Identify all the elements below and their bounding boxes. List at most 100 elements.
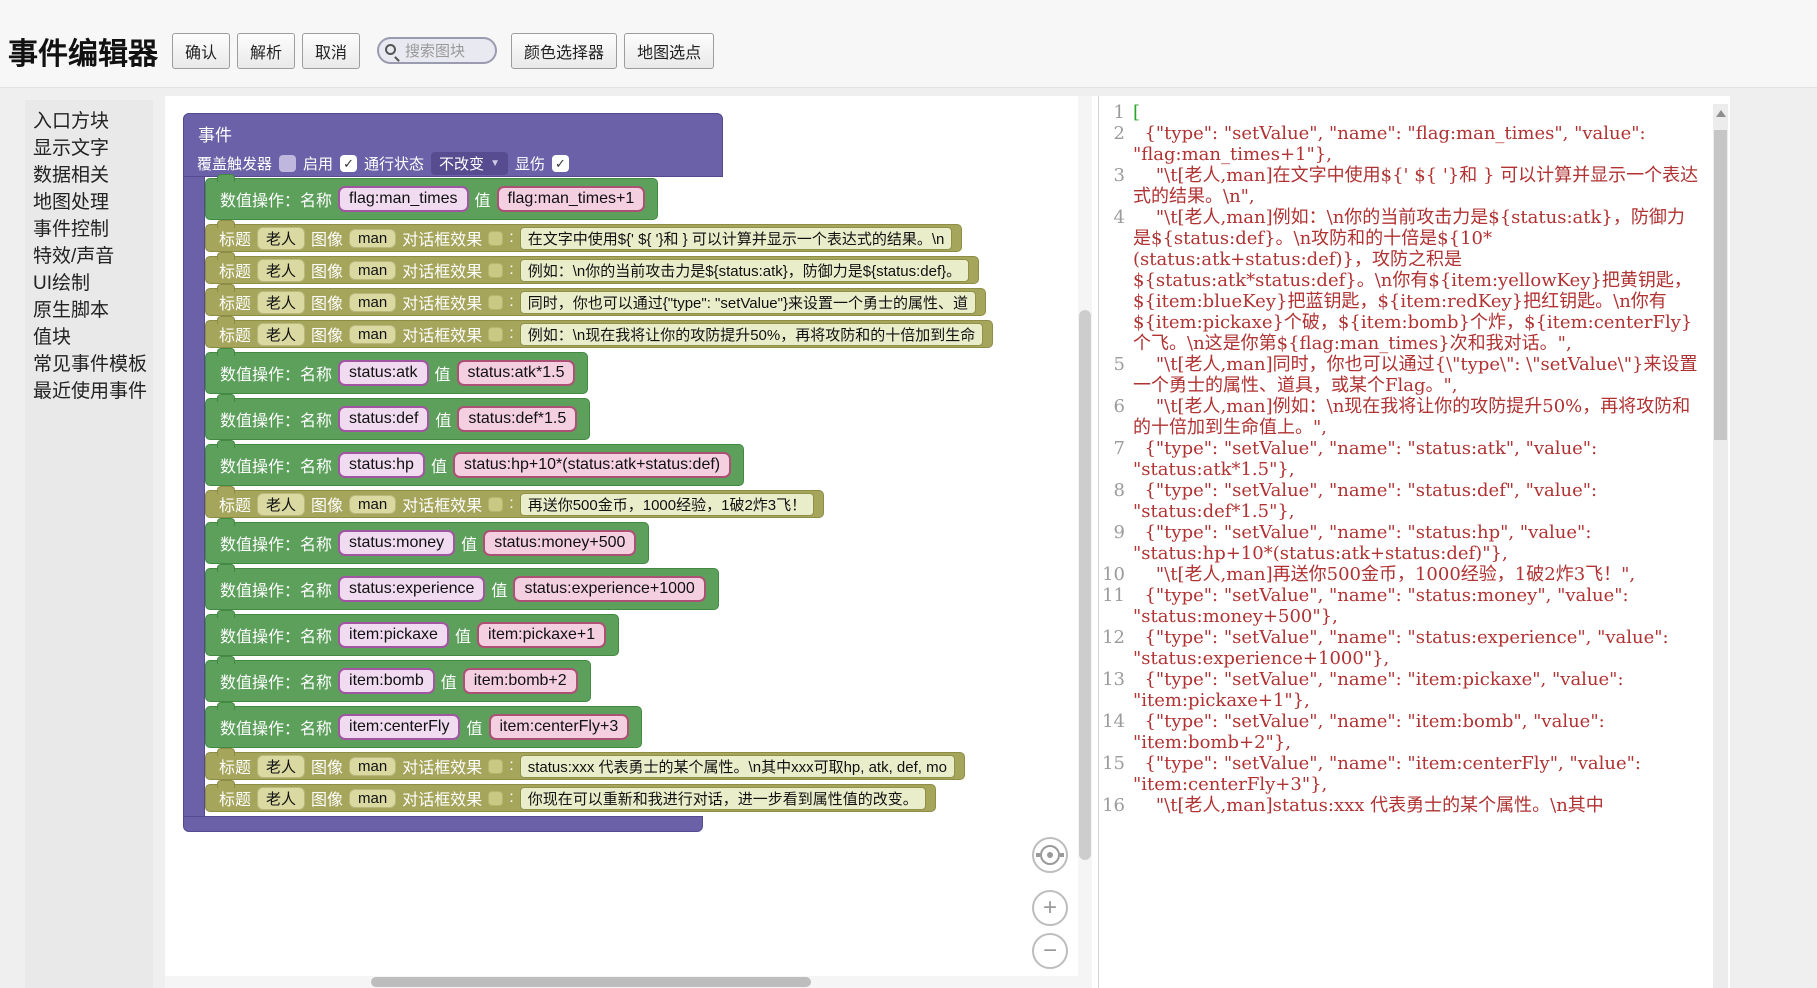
code-line[interactable]: 14 {"type": "setValue", "name": "item:bo… (1099, 711, 1730, 753)
passable-dropdown[interactable]: 不改变 ▼ (431, 152, 508, 175)
code-line[interactable]: 3 "\t[老人,man]在文字中使用${' ${ '}和 } 可以计算并显示一… (1099, 165, 1730, 207)
code-line[interactable]: 10 "\t[老人,man]再送你500金币，1000经验，1破2炸3飞！", (1099, 564, 1730, 585)
code-vertical-scrollbar[interactable] (1713, 104, 1728, 988)
dialog-effect-checkbox[interactable] (488, 759, 503, 774)
dialog-title-chip[interactable]: 老人 (257, 227, 305, 250)
value-expression-chip[interactable]: status:money+500 (483, 530, 636, 556)
dialog-title-chip[interactable]: 老人 (257, 291, 305, 314)
value-expression-chip[interactable]: flag:man_times+1 (497, 186, 646, 212)
confirm-button[interactable]: 确认 (172, 33, 230, 69)
code-line[interactable]: 7 {"type": "setValue", "name": "status:a… (1099, 438, 1730, 480)
search-input[interactable]: 搜索图块 (377, 37, 497, 64)
dialog-effect-checkbox[interactable] (488, 231, 503, 246)
dialog-image-chip[interactable]: man (349, 789, 396, 808)
dialog-text-chip[interactable]: 例如：\n现在我将让你的攻防提升50%，再将攻防和的十倍加到生命 (520, 323, 984, 346)
dialog-text-chip[interactable]: 再送你500金币，1000经验，1破2炸3飞！ (520, 493, 814, 516)
code-line[interactable]: 15 {"type": "setValue", "name": "item:ce… (1099, 753, 1730, 795)
dialog-text-block[interactable]: 标题老人图像man对话框效果:再送你500金币，1000经验，1破2炸3飞！ (205, 490, 824, 518)
dialog-text-chip[interactable]: 同时，你也可以通过{"type": "setValue"}来设置一个勇士的属性、… (520, 291, 976, 314)
value-expression-chip[interactable]: item:centerFly+3 (489, 714, 630, 740)
canvas-horizontal-scrollbar-thumb[interactable] (371, 977, 811, 987)
dialog-title-chip[interactable]: 老人 (257, 755, 305, 778)
value-expression-chip[interactable]: status:experience+1000 (513, 576, 705, 602)
dialog-image-chip[interactable]: man (349, 261, 396, 280)
set-value-block[interactable]: 数值操作：名称status:experience值status:experien… (205, 568, 719, 610)
set-value-block[interactable]: 数值操作：名称status:def值status:def*1.5 (205, 398, 590, 440)
dialog-effect-checkbox[interactable] (488, 791, 503, 806)
code-line[interactable]: 16 "\t[老人,man]status:xxx 代表勇士的某个属性。\n其中 (1099, 795, 1730, 816)
sidebar-item-3[interactable]: 地图处理 (33, 189, 153, 216)
value-name-chip[interactable]: item:bomb (338, 668, 435, 694)
value-name-chip[interactable]: flag:man_times (338, 186, 469, 212)
value-expression-chip[interactable]: status:hp+10*(status:atk+status:def) (453, 452, 731, 478)
sidebar-item-6[interactable]: UI绘制 (33, 270, 153, 297)
value-name-chip[interactable]: status:hp (338, 452, 425, 478)
sidebar-item-8[interactable]: 值块 (33, 324, 153, 351)
sidebar-item-7[interactable]: 原生脚本 (33, 297, 153, 324)
dialog-text-block[interactable]: 标题老人图像man对话框效果:例如：\n现在我将让你的攻防提升50%，再将攻防和… (205, 320, 993, 348)
dialog-text-chip[interactable]: 在文字中使用${' ${ '}和 } 可以计算并显示一个表达式的结果。\n (520, 227, 953, 250)
sidebar-item-10[interactable]: 最近使用事件 (33, 378, 153, 405)
dialog-text-chip[interactable]: 例如：\n你的当前攻击力是${status:atk}，防御力是${status:… (520, 259, 969, 282)
dialog-effect-checkbox[interactable] (488, 295, 503, 310)
scrollbar-up-arrow-icon[interactable] (1716, 110, 1726, 117)
value-expression-chip[interactable]: item:pickaxe+1 (477, 622, 606, 648)
code-line[interactable]: 2 {"type": "setValue", "name": "flag:man… (1099, 123, 1730, 165)
sidebar-item-9[interactable]: 常见事件模板 (33, 351, 153, 378)
enable-checkbox[interactable]: ✓ (340, 155, 357, 172)
dialog-title-chip[interactable]: 老人 (257, 493, 305, 516)
dialog-effect-checkbox[interactable] (488, 497, 503, 512)
dialog-title-chip[interactable]: 老人 (257, 323, 305, 346)
dialog-effect-checkbox[interactable] (488, 263, 503, 278)
code-line[interactable]: 8 {"type": "setValue", "name": "status:d… (1099, 480, 1730, 522)
set-value-block[interactable]: 数值操作：名称item:bomb值item:bomb+2 (205, 660, 591, 702)
dialog-title-chip[interactable]: 老人 (257, 259, 305, 282)
code-vertical-scrollbar-thumb[interactable] (1714, 130, 1727, 440)
dialog-image-chip[interactable]: man (349, 229, 396, 248)
set-value-block[interactable]: 数值操作：名称flag:man_times值flag:man_times+1 (205, 178, 658, 220)
value-expression-chip[interactable]: status:def*1.5 (457, 406, 577, 432)
value-expression-chip[interactable]: status:atk*1.5 (457, 360, 576, 386)
map-pick-button[interactable]: 地图选点 (624, 33, 714, 69)
set-value-block[interactable]: 数值操作：名称status:money值status:money+500 (205, 522, 649, 564)
dialog-image-chip[interactable]: man (349, 325, 396, 344)
sidebar-item-4[interactable]: 事件控制 (33, 216, 153, 243)
dialog-effect-checkbox[interactable] (488, 327, 503, 342)
event-block-header[interactable]: 事件 覆盖触发器 启用 ✓ 通行状态 不改变 ▼ 显伤 ✓ (183, 113, 723, 177)
value-name-chip[interactable]: status:money (338, 530, 455, 556)
dialog-title-chip[interactable]: 老人 (257, 787, 305, 810)
canvas-vertical-scrollbar-thumb[interactable] (1079, 310, 1091, 860)
json-code-panel[interactable]: 1[2 {"type": "setValue", "name": "flag:m… (1098, 96, 1730, 988)
sidebar-item-2[interactable]: 数据相关 (33, 162, 153, 189)
value-expression-chip[interactable]: item:bomb+2 (463, 668, 578, 694)
code-line[interactable]: 6 "\t[老人,man]例如：\n现在我将让你的攻防提升50%，再将攻防和的十… (1099, 396, 1730, 438)
trigger-checkbox[interactable] (279, 155, 296, 172)
damage-checkbox[interactable]: ✓ (552, 155, 569, 172)
value-name-chip[interactable]: status:experience (338, 576, 485, 602)
canvas-vertical-scrollbar[interactable] (1078, 96, 1092, 988)
dialog-image-chip[interactable]: man (349, 757, 396, 776)
value-name-chip[interactable]: status:atk (338, 360, 428, 386)
value-name-chip[interactable]: item:centerFly (338, 714, 460, 740)
dialog-text-block[interactable]: 标题老人图像man对话框效果:在文字中使用${' ${ '}和 } 可以计算并显… (205, 224, 962, 252)
sidebar-item-1[interactable]: 显示文字 (33, 135, 153, 162)
dialog-text-block[interactable]: 标题老人图像man对话框效果:同时，你也可以通过{"type": "setVal… (205, 288, 986, 316)
dialog-text-block[interactable]: 标题老人图像man对话框效果:status:xxx 代表勇士的某个属性。\n其中… (205, 752, 965, 780)
value-name-chip[interactable]: status:def (338, 406, 429, 432)
code-line[interactable]: 5 "\t[老人,man]同时，你也可以通过{\"type\": \"setVa… (1099, 354, 1730, 396)
dialog-text-chip[interactable]: status:xxx 代表勇士的某个属性。\n其中xxx可取hp, atk, d… (520, 755, 955, 778)
zoom-reset-button[interactable] (1032, 837, 1068, 873)
set-value-block[interactable]: 数值操作：名称item:centerFly值item:centerFly+3 (205, 706, 642, 748)
value-name-chip[interactable]: item:pickaxe (338, 622, 449, 648)
set-value-block[interactable]: 数值操作：名称item:pickaxe值item:pickaxe+1 (205, 614, 619, 656)
cancel-button[interactable]: 取消 (302, 33, 360, 69)
color-picker-button[interactable]: 颜色选择器 (511, 33, 617, 69)
set-value-block[interactable]: 数值操作：名称status:hp值status:hp+10*(status:at… (205, 444, 744, 486)
sidebar-item-0[interactable]: 入口方块 (33, 108, 153, 135)
code-line[interactable]: 4 "\t[老人,man]例如：\n你的当前攻击力是${status:atk}，… (1099, 207, 1730, 354)
zoom-in-button[interactable]: + (1032, 890, 1068, 926)
code-line[interactable]: 12 {"type": "setValue", "name": "status:… (1099, 627, 1730, 669)
canvas-horizontal-scrollbar[interactable] (165, 976, 1078, 988)
zoom-out-button[interactable]: − (1032, 933, 1068, 969)
code-line[interactable]: 9 {"type": "setValue", "name": "status:h… (1099, 522, 1730, 564)
